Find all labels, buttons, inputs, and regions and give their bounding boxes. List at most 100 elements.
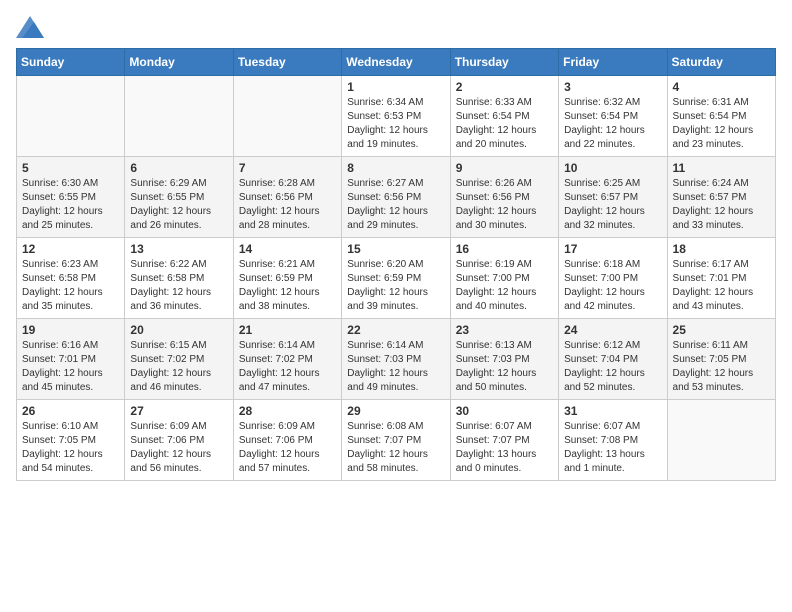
- day-number: 11: [673, 161, 770, 175]
- day-info: Sunrise: 6:22 AM Sunset: 6:58 PM Dayligh…: [130, 258, 227, 314]
- day-number: 26: [22, 404, 119, 418]
- day-info: Sunrise: 6:09 AM Sunset: 7:06 PM Dayligh…: [130, 420, 227, 476]
- day-info: Sunrise: 6:24 AM Sunset: 6:57 PM Dayligh…: [673, 177, 770, 233]
- day-number: 27: [130, 404, 227, 418]
- day-number: 5: [22, 161, 119, 175]
- calendar-cell: 13 Sunrise: 6:22 AM Sunset: 6:58 PM Dayli…: [125, 238, 233, 319]
- calendar-cell: 31Sunrise: 6:07 AM Sunset: 7:08 PM Dayli…: [559, 400, 667, 481]
- weekday-header-friday: Friday: [559, 49, 667, 76]
- day-info: Sunrise: 6:18 AM Sunset: 7:00 PM Dayligh…: [564, 258, 661, 314]
- day-number: 10: [564, 161, 661, 175]
- calendar-cell: 2 Sunrise: 6:33 AM Sunset: 6:54 PM Daylig…: [450, 76, 558, 157]
- day-number: 30: [456, 404, 553, 418]
- day-info: Sunrise: 6:20 AM Sunset: 6:59 PM Dayligh…: [347, 258, 444, 314]
- calendar-week-row: 19Sunrise: 6:16 AM Sunset: 7:01 PM Dayli…: [17, 319, 776, 400]
- day-info: Sunrise: 6:27 AM Sunset: 6:56 PM Dayligh…: [347, 177, 444, 233]
- calendar-cell: 12 Sunrise: 6:23 AM Sunset: 6:58 PM Dayli…: [17, 238, 125, 319]
- day-info: Sunrise: 6:07 AM Sunset: 7:08 PM Dayligh…: [564, 420, 661, 476]
- calendar-cell: 28 Sunrise: 6:09 AM Sunset: 7:06 PM Dayli…: [233, 400, 341, 481]
- calendar-cell: 24 Sunrise: 6:12 AM Sunset: 7:04 PM Dayli…: [559, 319, 667, 400]
- day-number: 21: [239, 323, 336, 337]
- calendar-cell: 27 Sunrise: 6:09 AM Sunset: 7:06 PM Dayli…: [125, 400, 233, 481]
- day-info: Sunrise: 6:09 AM Sunset: 7:06 PM Dayligh…: [239, 420, 336, 476]
- calendar-cell: 17 Sunrise: 6:18 AM Sunset: 7:00 PM Dayli…: [559, 238, 667, 319]
- day-number: 8: [347, 161, 444, 175]
- day-number: 18: [673, 242, 770, 256]
- day-info: Sunrise: 6:10 AM Sunset: 7:05 PM Dayligh…: [22, 420, 119, 476]
- day-number: 25: [673, 323, 770, 337]
- calendar-week-row: 1 Sunrise: 6:34 AM Sunset: 6:53 PM Daylig…: [17, 76, 776, 157]
- day-info: Sunrise: 6:16 AM Sunset: 7:01 PM Dayligh…: [22, 339, 119, 395]
- day-info: Sunrise: 6:30 AM Sunset: 6:55 PM Dayligh…: [22, 177, 119, 233]
- calendar-cell: 21Sunrise: 6:14 AM Sunset: 7:02 PM Dayli…: [233, 319, 341, 400]
- day-number: 3: [564, 80, 661, 94]
- calendar-cell: 5 Sunrise: 6:30 AM Sunset: 6:55 PM Daylig…: [17, 157, 125, 238]
- day-number: 16: [456, 242, 553, 256]
- calendar-cell: 14 Sunrise: 6:21 AM Sunset: 6:59 PM Dayli…: [233, 238, 341, 319]
- day-number: 24: [564, 323, 661, 337]
- page-header: [16, 16, 776, 38]
- calendar-cell: 19Sunrise: 6:16 AM Sunset: 7:01 PM Dayli…: [17, 319, 125, 400]
- calendar-cell: 4Sunrise: 6:31 AM Sunset: 6:54 PM Daylig…: [667, 76, 775, 157]
- day-info: Sunrise: 6:11 AM Sunset: 7:05 PM Dayligh…: [673, 339, 770, 395]
- day-number: 17: [564, 242, 661, 256]
- calendar-cell: 3 Sunrise: 6:32 AM Sunset: 6:54 PM Daylig…: [559, 76, 667, 157]
- calendar-cell: 9 Sunrise: 6:26 AM Sunset: 6:56 PM Daylig…: [450, 157, 558, 238]
- day-number: 6: [130, 161, 227, 175]
- calendar-table: SundayMondayTuesdayWednesdayThursdayFrid…: [16, 48, 776, 481]
- calendar-cell: 6 Sunrise: 6:29 AM Sunset: 6:55 PM Daylig…: [125, 157, 233, 238]
- day-number: 7: [239, 161, 336, 175]
- day-info: Sunrise: 6:26 AM Sunset: 6:56 PM Dayligh…: [456, 177, 553, 233]
- calendar-cell: 8 Sunrise: 6:27 AM Sunset: 6:56 PM Daylig…: [342, 157, 450, 238]
- calendar-cell: 29Sunrise: 6:08 AM Sunset: 7:07 PM Dayli…: [342, 400, 450, 481]
- calendar-cell: 18Sunrise: 6:17 AM Sunset: 7:01 PM Dayli…: [667, 238, 775, 319]
- day-info: Sunrise: 6:34 AM Sunset: 6:53 PM Dayligh…: [347, 96, 444, 152]
- day-number: 20: [130, 323, 227, 337]
- calendar-week-row: 26 Sunrise: 6:10 AM Sunset: 7:05 PM Dayli…: [17, 400, 776, 481]
- weekday-header-wednesday: Wednesday: [342, 49, 450, 76]
- day-number: 15: [347, 242, 444, 256]
- calendar-cell: 23Sunrise: 6:13 AM Sunset: 7:03 PM Dayli…: [450, 319, 558, 400]
- weekday-header-sunday: Sunday: [17, 49, 125, 76]
- day-info: Sunrise: 6:25 AM Sunset: 6:57 PM Dayligh…: [564, 177, 661, 233]
- day-number: 13: [130, 242, 227, 256]
- day-info: Sunrise: 6:15 AM Sunset: 7:02 PM Dayligh…: [130, 339, 227, 395]
- day-info: Sunrise: 6:19 AM Sunset: 7:00 PM Dayligh…: [456, 258, 553, 314]
- day-number: 2: [456, 80, 553, 94]
- logo-icon: [16, 16, 44, 38]
- calendar-cell: 30Sunrise: 6:07 AM Sunset: 7:07 PM Dayli…: [450, 400, 558, 481]
- day-info: Sunrise: 6:14 AM Sunset: 7:03 PM Dayligh…: [347, 339, 444, 395]
- day-number: 1: [347, 80, 444, 94]
- calendar-cell: 20 Sunrise: 6:15 AM Sunset: 7:02 PM Dayli…: [125, 319, 233, 400]
- weekday-header-tuesday: Tuesday: [233, 49, 341, 76]
- calendar-cell: [233, 76, 341, 157]
- day-info: Sunrise: 6:12 AM Sunset: 7:04 PM Dayligh…: [564, 339, 661, 395]
- day-info: Sunrise: 6:31 AM Sunset: 6:54 PM Dayligh…: [673, 96, 770, 152]
- day-number: 12: [22, 242, 119, 256]
- day-number: 22: [347, 323, 444, 337]
- calendar-cell: [667, 400, 775, 481]
- calendar-week-row: 12 Sunrise: 6:23 AM Sunset: 6:58 PM Dayli…: [17, 238, 776, 319]
- day-info: Sunrise: 6:23 AM Sunset: 6:58 PM Dayligh…: [22, 258, 119, 314]
- day-number: 9: [456, 161, 553, 175]
- calendar-cell: 16 Sunrise: 6:19 AM Sunset: 7:00 PM Dayli…: [450, 238, 558, 319]
- calendar-cell: 10 Sunrise: 6:25 AM Sunset: 6:57 PM Dayli…: [559, 157, 667, 238]
- day-info: Sunrise: 6:13 AM Sunset: 7:03 PM Dayligh…: [456, 339, 553, 395]
- calendar-cell: 11 Sunrise: 6:24 AM Sunset: 6:57 PM Dayli…: [667, 157, 775, 238]
- day-info: Sunrise: 6:21 AM Sunset: 6:59 PM Dayligh…: [239, 258, 336, 314]
- calendar-cell: 26 Sunrise: 6:10 AM Sunset: 7:05 PM Dayli…: [17, 400, 125, 481]
- calendar-cell: [125, 76, 233, 157]
- day-info: Sunrise: 6:33 AM Sunset: 6:54 PM Dayligh…: [456, 96, 553, 152]
- day-number: 14: [239, 242, 336, 256]
- day-info: Sunrise: 6:29 AM Sunset: 6:55 PM Dayligh…: [130, 177, 227, 233]
- calendar-cell: 22 Sunrise: 6:14 AM Sunset: 7:03 PM Dayli…: [342, 319, 450, 400]
- calendar-cell: 15 Sunrise: 6:20 AM Sunset: 6:59 PM Dayli…: [342, 238, 450, 319]
- calendar-header-row: SundayMondayTuesdayWednesdayThursdayFrid…: [17, 49, 776, 76]
- day-info: Sunrise: 6:32 AM Sunset: 6:54 PM Dayligh…: [564, 96, 661, 152]
- day-number: 28: [239, 404, 336, 418]
- weekday-header-thursday: Thursday: [450, 49, 558, 76]
- day-number: 29: [347, 404, 444, 418]
- weekday-header-monday: Monday: [125, 49, 233, 76]
- calendar-week-row: 5 Sunrise: 6:30 AM Sunset: 6:55 PM Daylig…: [17, 157, 776, 238]
- calendar-body: 1 Sunrise: 6:34 AM Sunset: 6:53 PM Daylig…: [17, 76, 776, 481]
